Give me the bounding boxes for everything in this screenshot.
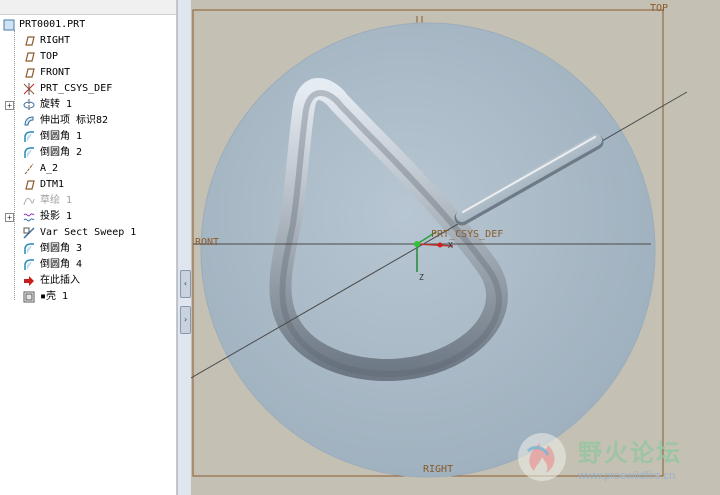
tree-item[interactable]: DTM1 [0, 177, 176, 193]
tree-item-label: TOP [40, 51, 59, 62]
tree-item[interactable]: FRONT [0, 65, 176, 81]
forum-watermark: 野火论坛 www.proewildfire.cn [514, 425, 714, 491]
tree-item[interactable]: + 旋转 1 [0, 97, 176, 113]
protrusion-icon [23, 115, 35, 127]
tree-item-label: Var Sect Sweep 1 [40, 227, 137, 238]
datum-plane-icon [23, 179, 35, 191]
tree-item[interactable]: ▪壳 1 [0, 289, 176, 305]
tree-item-label: 倒圆角 2 [40, 147, 83, 158]
tree-item-label: 投影 1 [40, 211, 73, 222]
round-icon [23, 259, 35, 271]
tree-item-label: 倒圆角 3 [40, 243, 83, 254]
tree-item-label: 倒圆角 1 [40, 131, 83, 142]
tree-item-label: FRONT [40, 67, 71, 78]
csys-label: PRT_CSYS_DEF [431, 229, 504, 240]
sweep-icon [23, 227, 35, 239]
insert-arrow-icon [23, 275, 35, 287]
part-disc [200, 22, 656, 478]
model-tree: PRT0001.PRT RIGHT TOP FRONT PRT_CSYS_DEF + 旋转… [0, 0, 177, 495]
datum-plane-icon [23, 51, 35, 63]
csys-z-label: Z [419, 273, 424, 282]
tree-item-label: PRT_CSYS_DEF [40, 83, 113, 94]
graphics-viewport[interactable]: TOP RONT RIGHT PRT_CSYS_DEF X Z [191, 0, 720, 495]
csys-x-marker [437, 242, 443, 248]
tree-item[interactable]: 倒圆角 2 [0, 145, 176, 161]
expand-toggle[interactable]: + [5, 101, 14, 110]
expand-right-button[interactable]: › [180, 306, 191, 334]
csys-origin [414, 241, 420, 247]
watermark-url: www.proewildfire.cn [578, 470, 676, 482]
flame-logo-icon [518, 433, 566, 481]
expand-toggle[interactable]: + [5, 213, 14, 222]
tree-item[interactable]: RIGHT [0, 33, 176, 49]
tree-item-label: RIGHT [40, 35, 71, 46]
tree-header [0, 0, 176, 15]
tree-root[interactable]: PRT0001.PRT [0, 17, 176, 33]
datum-plane-icon [23, 67, 35, 79]
tree-item[interactable]: Var Sect Sweep 1 [0, 225, 176, 241]
round-icon [23, 131, 35, 143]
model-canvas [191, 9, 688, 478]
tree-item[interactable]: 倒圆角 1 [0, 129, 176, 145]
tree-item-label: 在此插入 [40, 275, 80, 286]
watermark-text: 野火论坛 [578, 439, 682, 467]
tree-item-label: 倒圆角 4 [40, 259, 83, 270]
csys-x-label: X [448, 241, 453, 250]
tree-item-label: 旋转 1 [40, 99, 73, 110]
tree-item[interactable]: 倒圆角 3 [0, 241, 176, 257]
tree-item[interactable]: PRT_CSYS_DEF [0, 81, 176, 97]
sketch-icon [23, 195, 35, 207]
tree-item-label: 草绘 1 [40, 195, 73, 206]
tree-root-label: PRT0001.PRT [19, 19, 86, 30]
tree-item[interactable]: 伸出项 标识82 [0, 113, 176, 129]
front-plane-label: RONT [195, 237, 220, 248]
csys-icon [23, 83, 35, 95]
top-plane-label: TOP [650, 3, 669, 14]
datum-axis-icon [23, 163, 35, 175]
tree-item-label: 伸出项 标识82 [40, 115, 109, 126]
revolve-icon [23, 99, 35, 111]
tree-item-label: DTM1 [40, 179, 65, 190]
datum-plane-icon [23, 35, 35, 47]
tree-item[interactable]: TOP [0, 49, 176, 65]
shell-icon [23, 291, 35, 303]
tree-item[interactable]: 草绘 1 [0, 193, 176, 209]
round-icon [23, 147, 35, 159]
tree-item[interactable]: A_2 [0, 161, 176, 177]
tree-item-label: A_2 [40, 163, 59, 174]
collapse-left-button[interactable]: ‹ [180, 270, 191, 298]
right-plane-label: RIGHT [423, 464, 454, 475]
tree-item[interactable]: 倒圆角 4 [0, 257, 176, 273]
round-icon [23, 243, 35, 255]
tree-item-label: ▪壳 1 [40, 291, 69, 302]
tree-item[interactable]: 在此插入 [0, 273, 176, 289]
tree-item[interactable]: + 投影 1 [0, 209, 176, 225]
projection-icon [23, 211, 35, 223]
